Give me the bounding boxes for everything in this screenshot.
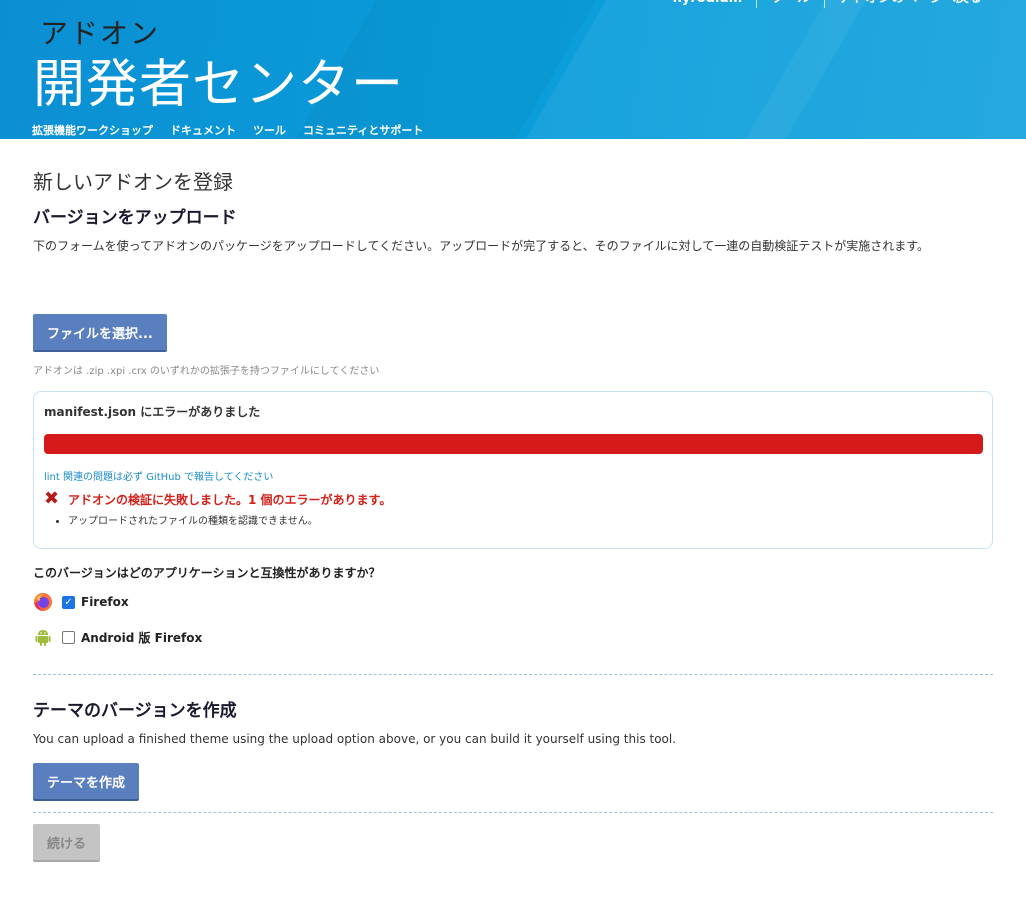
android-label[interactable]: Android 版 Firefox <box>81 629 202 646</box>
error-list: アップロードされたファイルの種類を認識できません。 <box>68 512 318 527</box>
section-divider <box>33 812 993 813</box>
create-theme-button[interactable]: テーマを作成 <box>33 763 140 799</box>
theme-section-title: テーマのバージョンを作成 <box>33 701 237 721</box>
main-nav: 拡張機能ワークショップ ドキュメント ツール コミュニティとサポート <box>32 122 440 138</box>
app-option-android[interactable]: Android 版 Firefox <box>33 627 202 647</box>
compat-question: このバージョンはどのアプリケーションと互換性がありますか？ <box>33 566 381 580</box>
continue-button[interactable]: 続ける <box>33 824 101 860</box>
android-checkbox[interactable] <box>62 630 75 644</box>
page-title: 新しいアドオンを登録 <box>33 170 233 194</box>
tools-link[interactable]: ツール <box>757 0 826 8</box>
validation-result: manifest.json にエラーがありました lint 関連の問題は必ず G… <box>33 391 993 549</box>
upload-section-title: バージョンをアップロード <box>33 208 237 228</box>
nav-item-workshop[interactable]: 拡張機能ワークショップ <box>32 122 153 138</box>
nav-item-community[interactable]: コミュニティとサポート <box>303 122 423 138</box>
firefox-label[interactable]: Firefox <box>81 595 129 609</box>
validation-title: manifest.json にエラーがありました <box>44 405 261 419</box>
choose-file-button[interactable]: ファイルを選択... <box>33 314 167 350</box>
file-type-hint: アドオンは .zip .xpi .crx のいずれかの拡張子を持つファイルにして… <box>33 366 380 377</box>
lint-report-link[interactable]: lint 関連の問題は必ず GitHub で報告してください <box>44 468 273 483</box>
nav-item-docs[interactable]: ドキュメント <box>170 122 236 138</box>
error-item: アップロードされたファイルの種類を認識できません。 <box>68 512 318 527</box>
x-icon: ✖ <box>44 488 60 509</box>
top-links: hyrodium ツール アドオンのページへ戻る <box>659 0 982 8</box>
back-to-addons-link[interactable]: アドオンのページへ戻る <box>825 0 982 8</box>
android-icon <box>33 627 53 647</box>
upload-description: 下のフォームを使ってアドオンのパッケージをアップロードしてください。アップロード… <box>33 239 930 253</box>
site-header: アドオン 開発者センター hyrodium ツール アドオンのページへ戻る 拡張… <box>0 0 1026 139</box>
theme-description: You can upload a finished theme using th… <box>33 732 677 746</box>
validation-progress-bar <box>44 434 983 454</box>
section-divider <box>33 674 993 675</box>
firefox-checkbox[interactable]: ✓ <box>62 595 75 609</box>
firefox-icon <box>33 592 53 612</box>
error-summary-text: アドオンの検証に失敗しました。1 個のエラーがあります。 <box>68 492 392 507</box>
logo-title[interactable]: 開発者センター <box>33 42 404 117</box>
user-link[interactable]: hyrodium <box>659 0 758 8</box>
error-summary: ✖ アドオンの検証に失敗しました。1 個のエラーがあります。 <box>44 490 391 508</box>
app-option-firefox[interactable]: ✓ Firefox <box>33 592 129 612</box>
nav-item-tools[interactable]: ツール <box>253 122 286 138</box>
